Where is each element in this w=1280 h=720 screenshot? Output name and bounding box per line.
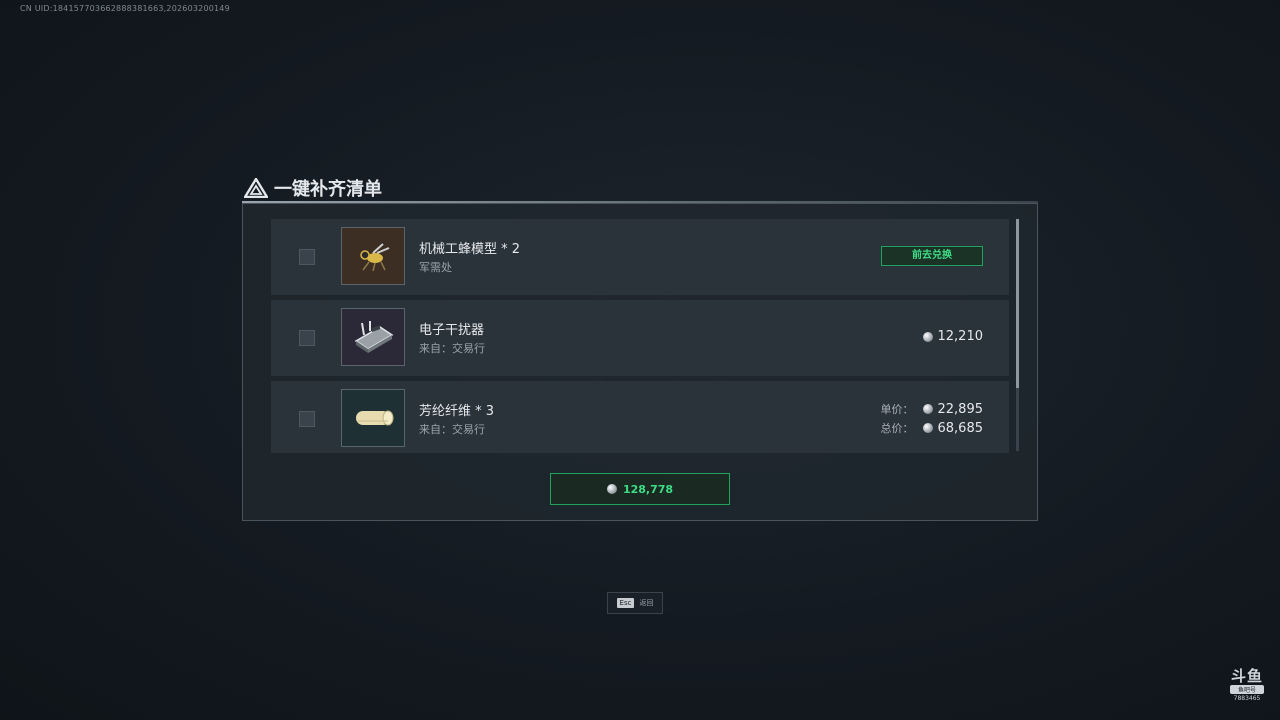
back-label: 返回 — [639, 599, 654, 607]
list-item[interactable]: 电子干扰器 来自：交易行 12,210 — [271, 300, 1009, 376]
item-thumbnail — [341, 227, 405, 285]
go-exchange-button[interactable]: 前去兑换 — [881, 246, 983, 266]
total-price: 总价： 68,685 — [881, 420, 984, 436]
aramid-fiber-roll-icon — [356, 410, 394, 426]
electronic-jammer-icon — [354, 321, 394, 353]
esc-back-hint[interactable]: Esc 返回 — [607, 592, 663, 614]
total-price-value: 68,685 — [937, 420, 984, 436]
item-name: 电子干扰器 — [419, 323, 485, 338]
dialog-header: 一键补齐清单 — [244, 176, 382, 200]
scrollbar-thumb[interactable] — [1016, 219, 1019, 389]
list-item[interactable]: 机械工蜂模型 * 2 军需处 前去兑换 — [271, 219, 1009, 295]
warning-triangle-icon — [244, 178, 268, 198]
list-item[interactable]: 芳纶纤维 * 3 来自：交易行 单价： 22,895 总价： 68,685 — [271, 381, 1009, 453]
unit-price: 单价： 22,895 — [881, 401, 984, 417]
item-source: 军需处 — [419, 261, 452, 274]
item-name: 机械工蜂模型 * 2 — [419, 242, 521, 257]
total-price-label: 总价： — [880, 422, 914, 435]
restock-dialog: 机械工蜂模型 * 2 军需处 前去兑换 电子干扰器 来自：交易行 12,210 — [242, 203, 1038, 521]
dialog-title: 一键补齐清单 — [274, 179, 382, 200]
coin-icon — [922, 423, 933, 433]
coin-icon — [922, 404, 933, 414]
unit-price-label: 单价： — [880, 403, 914, 416]
unit-price-value: 22,895 — [937, 401, 984, 417]
item-checkbox[interactable] — [299, 330, 315, 346]
price-value: 12,210 — [937, 329, 984, 344]
watermark-logo: 斗鱼 — [1230, 667, 1263, 685]
item-name: 芳纶纤维 * 3 — [419, 404, 495, 419]
item-thumbnail — [341, 308, 405, 366]
purchase-total: 128,778 — [622, 482, 674, 496]
esc-key-label: Esc — [616, 598, 635, 608]
uid-label: CN UID:1841577036628883816​63,2026032001… — [20, 4, 230, 13]
coin-icon — [606, 484, 617, 494]
item-source: 来自：交易行 — [419, 342, 485, 355]
purchase-all-button[interactable]: 128,778 — [550, 473, 730, 505]
list-scrollbar[interactable] — [1016, 219, 1019, 451]
watermark-tag: 鱼吧号 — [1230, 685, 1264, 694]
item-list[interactable]: 机械工蜂模型 * 2 军需处 前去兑换 电子干扰器 来自：交易行 12,210 — [271, 219, 1011, 453]
watermark-id: 7883465 — [1233, 695, 1261, 702]
item-checkbox[interactable] — [299, 411, 315, 427]
mechanical-bee-icon — [360, 243, 390, 272]
stream-watermark: 斗鱼 鱼吧号 7883465 — [1226, 668, 1268, 710]
item-checkbox[interactable] — [299, 249, 315, 265]
item-thumbnail — [341, 389, 405, 447]
coin-icon — [922, 331, 933, 342]
item-source: 来自：交易行 — [419, 423, 485, 436]
item-price: 12,210 — [922, 329, 984, 344]
